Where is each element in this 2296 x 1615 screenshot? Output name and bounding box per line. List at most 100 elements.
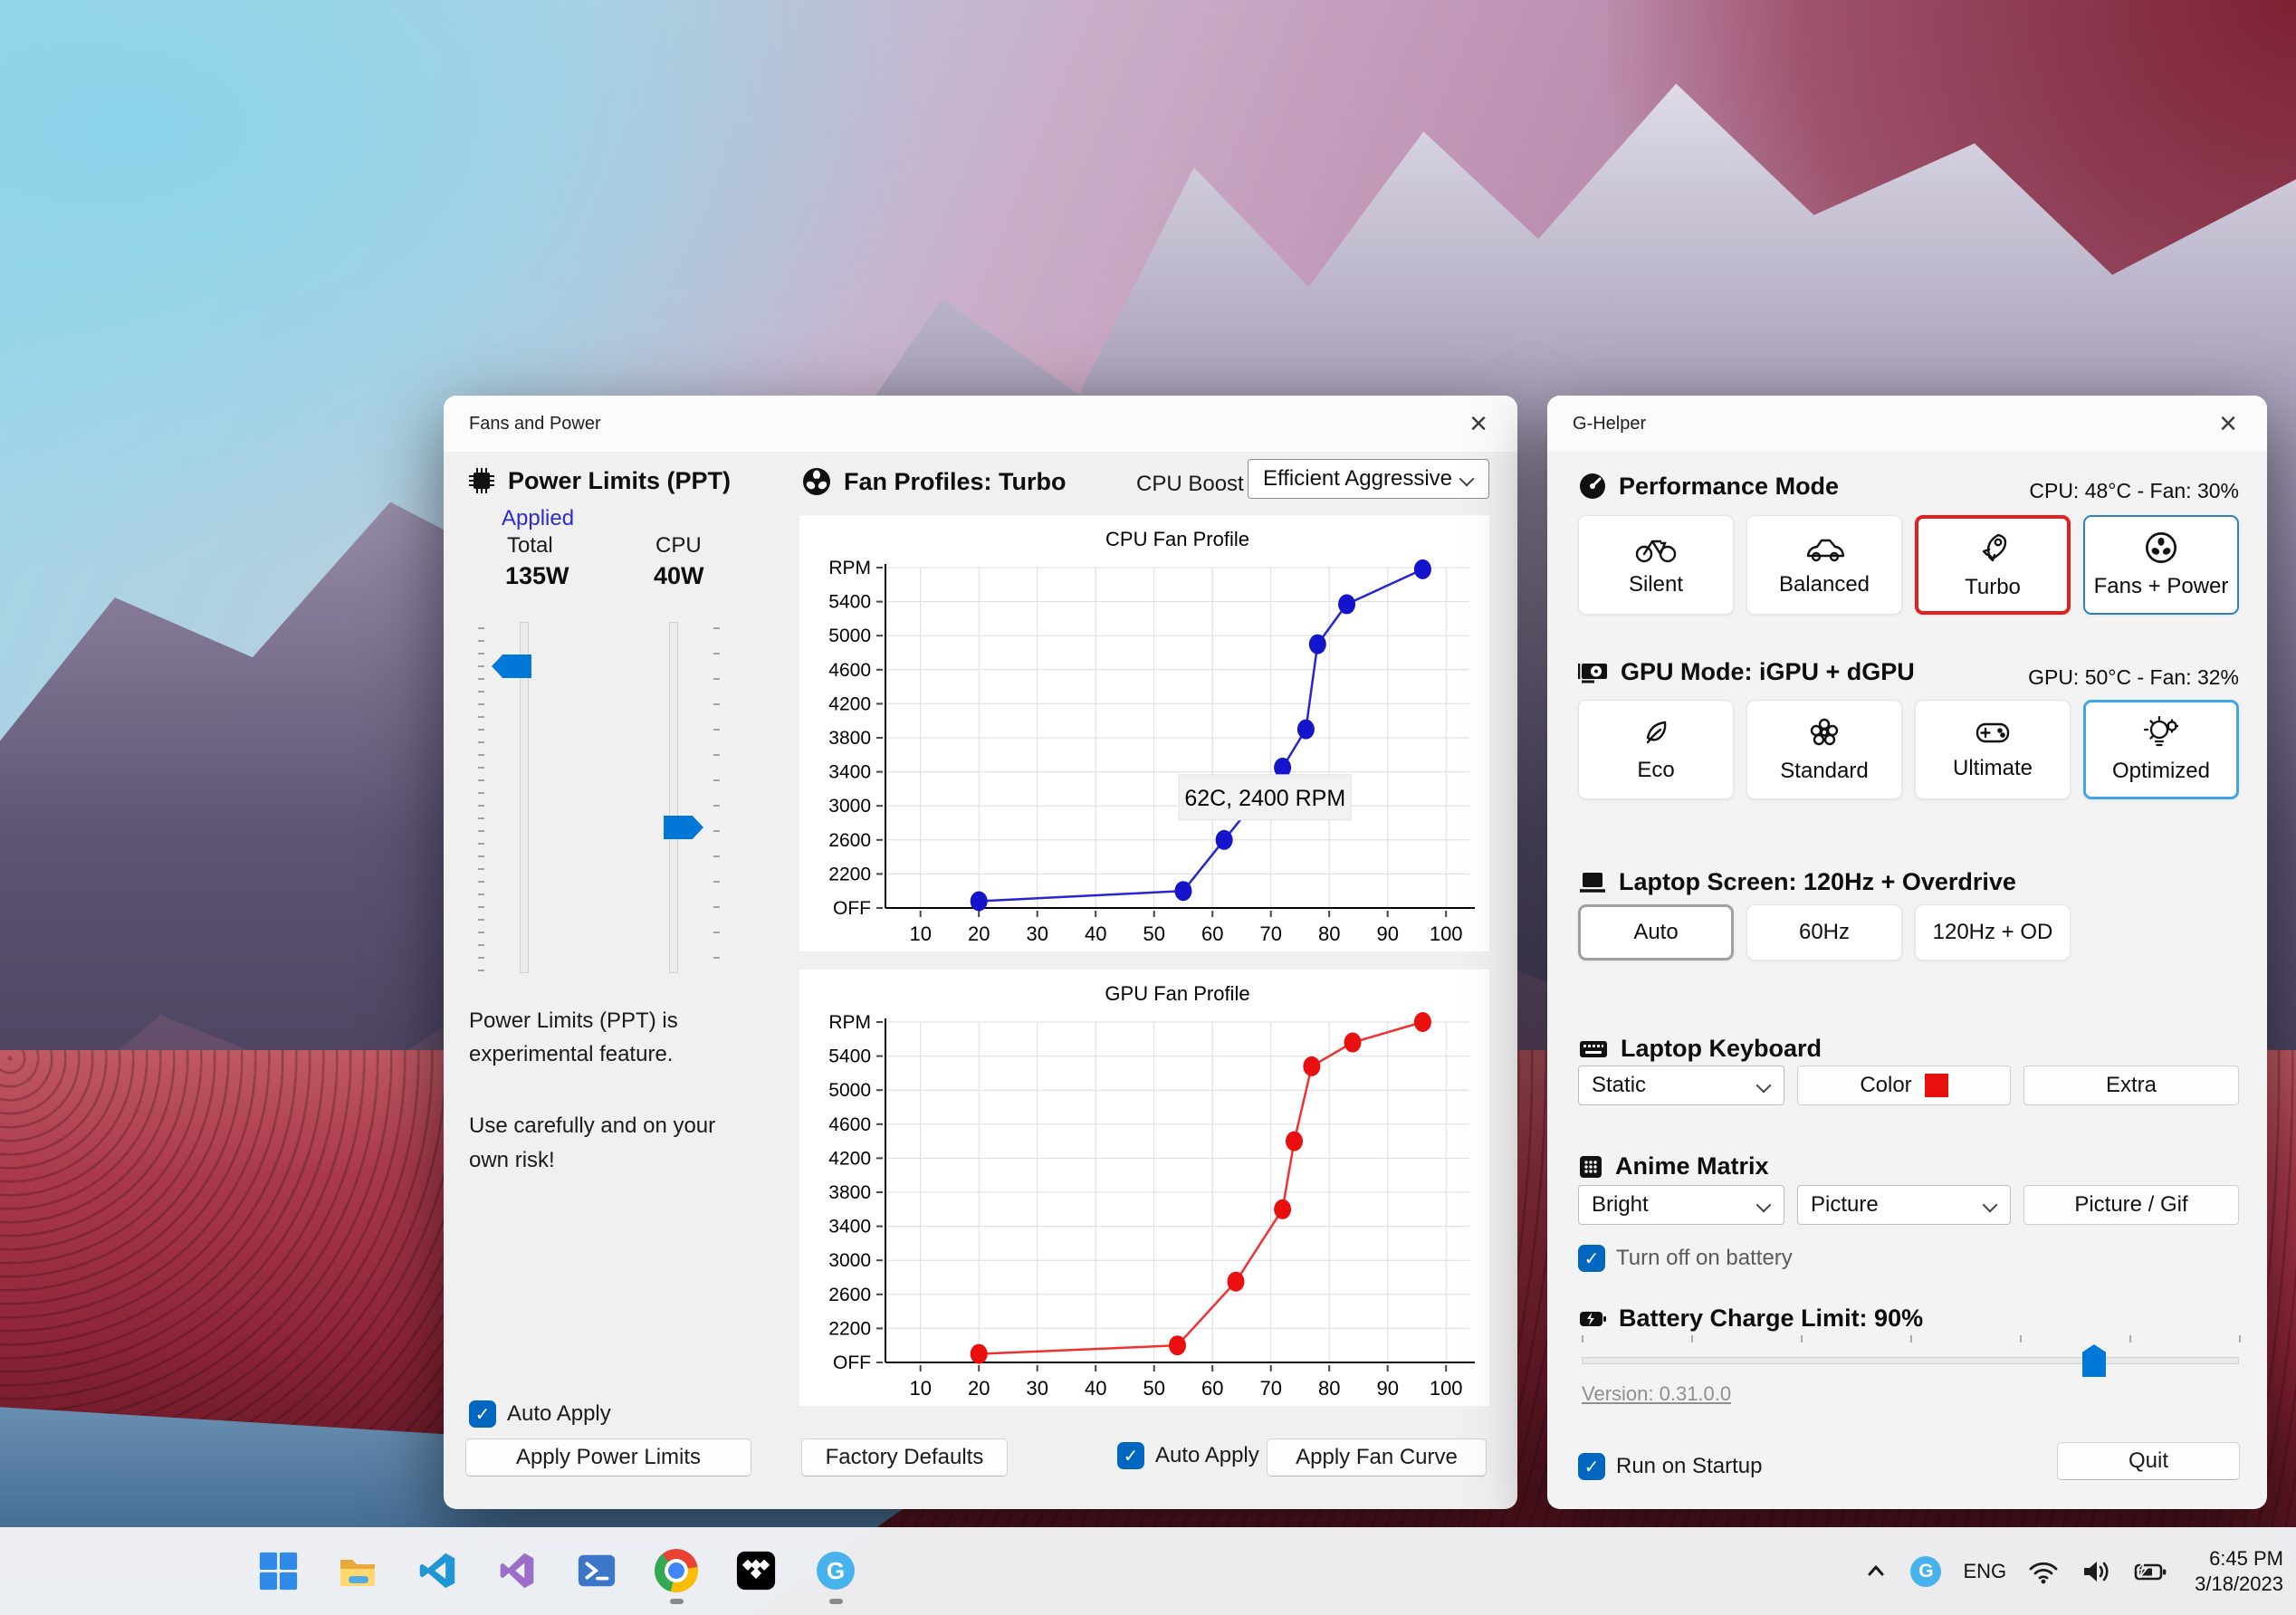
close-icon[interactable]: × (2207, 403, 2249, 444)
version-link[interactable]: Version: 0.31.0.0 (1582, 1382, 1731, 1406)
gpu-button-optimized[interactable]: Optimized (2083, 700, 2239, 799)
anime-mode-select[interactable]: Picture (1797, 1185, 2011, 1225)
svg-text:90: 90 (1376, 922, 1398, 945)
svg-text:60: 60 (1201, 922, 1223, 945)
ghelper-title: G-Helper (1573, 413, 1647, 434)
close-icon[interactable]: × (1458, 403, 1499, 444)
ghelper-titlebar[interactable]: G-Helper × (1547, 396, 2267, 452)
screen-button-120hz-od[interactable]: 120Hz + OD (1915, 904, 2071, 960)
taskbar: G G ENG 6:45 PM 3/18/2023 (0, 1527, 2296, 1615)
fan-auto-apply-checkbox[interactable]: Auto Apply (1117, 1442, 1259, 1469)
gpu-mode-heading: GPU Mode: iGPU + dGPU (1578, 658, 1915, 686)
svg-text:80: 80 (1318, 1377, 1340, 1400)
taskbar-ghelper[interactable]: G (811, 1546, 860, 1595)
gpu-fan-chart-svg[interactable]: OFF 2200 2600 3000 3400 3800 4200 4600 5000 5400 R… (799, 970, 1489, 1406)
svg-text:100: 100 (1430, 922, 1463, 945)
laptop-keyboard-heading: Laptop Keyboard (1578, 1035, 1822, 1063)
total-value: 135W (505, 562, 569, 589)
svg-text:5000: 5000 (828, 626, 871, 646)
keyboard-mode-select[interactable]: Static (1578, 1066, 1784, 1105)
power-auto-apply-checkbox[interactable]: Auto Apply (469, 1400, 611, 1428)
svg-text:4200: 4200 (828, 693, 871, 714)
svg-text:4600: 4600 (828, 1114, 871, 1135)
taskbar-chrome[interactable] (652, 1546, 701, 1595)
svg-text:4600: 4600 (828, 660, 871, 681)
turn-off-on-battery-checkbox[interactable]: Turn off on battery (1578, 1245, 1793, 1272)
bulb-gear-icon (2143, 715, 2179, 747)
svg-text:RPM: RPM (828, 1012, 871, 1033)
run-on-startup-checkbox[interactable]: Run on Startup (1578, 1453, 1762, 1480)
taskbar-vscode[interactable] (413, 1546, 462, 1595)
volume-icon[interactable] (2081, 1558, 2111, 1585)
chevron-down-icon (1459, 472, 1474, 486)
quit-button[interactable]: Quit (2057, 1442, 2240, 1480)
apply-power-limits-button[interactable]: Apply Power Limits (465, 1438, 751, 1476)
language-indicator[interactable]: ENG (1963, 1560, 2006, 1583)
svg-text:20: 20 (968, 922, 990, 945)
svg-text:2600: 2600 (828, 1285, 871, 1305)
gpu-button-standard[interactable]: Standard (1746, 700, 1902, 799)
cpu-slider-thumb[interactable] (664, 816, 703, 839)
battery-slider-track[interactable] (1582, 1357, 2239, 1364)
taskbar-file-explorer[interactable] (333, 1546, 382, 1595)
cpu-fan-chart-svg[interactable]: OFF 2200 2600 3000 3400 3800 4200 4600 5000 5400 R… (799, 515, 1489, 951)
tray-time: 6:45 PM (2209, 1546, 2283, 1570)
anime-matrix-heading: Anime Matrix (1578, 1152, 1769, 1180)
svg-text:50: 50 (1143, 1377, 1164, 1400)
taskbar-tidal[interactable] (732, 1546, 780, 1595)
keyboard-extra-button[interactable]: Extra (2023, 1066, 2239, 1105)
gpu-button-eco[interactable]: Eco (1578, 700, 1734, 799)
total-slider-thumb[interactable] (492, 655, 531, 678)
fan-profiles-heading: Fan Profiles: Turbo (801, 466, 1067, 497)
gpu-temp-status: GPU: 50°C - Fan: 32% (2028, 665, 2239, 689)
anime-picture-gif-button[interactable]: Picture / Gif (2023, 1185, 2239, 1225)
mode-button-fans-power[interactable]: Fans + Power (2083, 515, 2239, 615)
apply-fan-curve-button[interactable]: Apply Fan Curve (1267, 1438, 1487, 1476)
fan-icon (803, 468, 830, 495)
cpu-boost-select[interactable]: Efficient Aggressive (1248, 459, 1489, 499)
screen-button-60hz[interactable]: 60Hz (1746, 904, 1902, 960)
svg-text:90: 90 (1376, 1377, 1398, 1400)
start-button[interactable] (254, 1546, 302, 1595)
fans-and-power-window: Fans and Power × Power Limits (PPT) Appl… (444, 396, 1517, 1509)
checkbox-check-icon (1578, 1245, 1605, 1272)
svg-text:3000: 3000 (828, 1250, 871, 1271)
battery-slider-thumb[interactable] (2082, 1344, 2106, 1377)
checkbox-check-icon (1117, 1442, 1144, 1469)
taskbar-powershell[interactable] (572, 1546, 621, 1595)
fans-window-titlebar[interactable]: Fans and Power × (444, 396, 1517, 452)
svg-text:2200: 2200 (828, 864, 871, 884)
chevron-down-icon (1756, 1198, 1771, 1212)
mode-button-silent[interactable]: Silent (1578, 515, 1734, 615)
wifi-icon[interactable] (2028, 1558, 2059, 1585)
cpu-fan-chart[interactable]: OFF 2200 2600 3000 3400 3800 4200 4600 5000 5400 R… (799, 515, 1489, 951)
applied-status: Applied (502, 506, 575, 530)
gpu-button-ultimate[interactable]: Ultimate (1915, 700, 2071, 799)
clock[interactable]: 6:45 PM 3/18/2023 (2195, 1546, 2283, 1597)
svg-text:5400: 5400 (828, 592, 871, 613)
cpu-temp-status: CPU: 48°C - Fan: 30% (2029, 479, 2239, 502)
chevron-up-icon[interactable] (1863, 1559, 1889, 1584)
gpu-buttons-row: Eco Standard Ultimate Optimized (1578, 700, 2239, 799)
factory-defaults-button[interactable]: Factory Defaults (801, 1438, 1008, 1476)
svg-text:CPU Fan Profile: CPU Fan Profile (1105, 528, 1249, 550)
mode-button-balanced[interactable]: Balanced (1746, 515, 1902, 615)
taskbar-visual-studio[interactable] (493, 1546, 541, 1595)
svg-text:OFF: OFF (833, 1352, 871, 1373)
keyboard-row: Static Color Extra (1578, 1066, 2239, 1105)
ghelper-tray-icon[interactable]: G (1910, 1555, 1942, 1587)
keyboard-icon (1580, 1040, 1607, 1057)
anime-brightness-select[interactable]: Bright (1578, 1185, 1784, 1225)
screen-button-auto[interactable]: Auto (1578, 904, 1734, 960)
ghelper-icon: G (817, 1552, 855, 1590)
running-indicator (670, 1599, 684, 1604)
battery-charging-icon[interactable] (2133, 1558, 2167, 1585)
checkbox-check-icon (469, 1400, 496, 1428)
keyboard-color-button[interactable]: Color (1797, 1066, 2011, 1105)
svg-text:40: 40 (1085, 922, 1106, 945)
svg-text:10: 10 (909, 1377, 931, 1400)
cpu-slider-track[interactable] (669, 622, 678, 973)
mode-button-turbo[interactable]: Turbo (1915, 515, 2071, 615)
gpu-fan-chart[interactable]: OFF 2200 2600 3000 3400 3800 4200 4600 5000 5400 R… (799, 970, 1489, 1406)
gauge-icon (1580, 473, 1605, 499)
